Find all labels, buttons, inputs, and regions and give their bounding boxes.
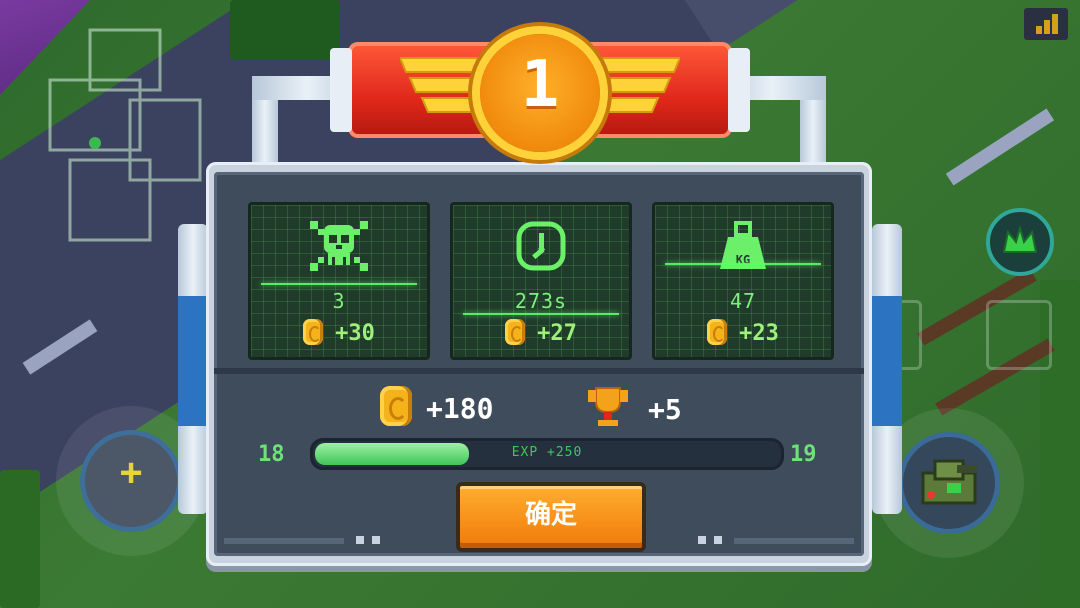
total-trophies-amount: +5 bbox=[648, 393, 682, 426]
confirm-button[interactable]: 确定 bbox=[456, 482, 646, 552]
tree bbox=[230, 0, 340, 60]
time-stat-panel: 273s +27 bbox=[450, 202, 632, 360]
crown-icon bbox=[1002, 226, 1038, 253]
banner-cap bbox=[728, 48, 750, 132]
item-slot[interactable] bbox=[986, 300, 1052, 370]
current-level: 18 bbox=[258, 442, 285, 467]
frame-pipe-band bbox=[872, 296, 902, 426]
left-wing-icon bbox=[400, 57, 482, 113]
results-panel: 3 +30 273s +27 KG 47 +23 +180 +5 18 EXP … bbox=[214, 172, 864, 556]
coin-icon bbox=[505, 319, 526, 345]
weight-reward-amount: +23 bbox=[739, 321, 779, 346]
total-coins: +180 bbox=[380, 386, 493, 426]
signal-strength-icon bbox=[1024, 8, 1068, 40]
kills-stat-panel: 3 +30 bbox=[248, 202, 430, 360]
rank-banner: 1 bbox=[330, 34, 750, 152]
right-wing-icon bbox=[598, 57, 680, 113]
total-coins-amount: +180 bbox=[426, 392, 494, 425]
footer-decoration bbox=[714, 536, 722, 544]
time-reward: +27 bbox=[453, 319, 629, 346]
tank-icon bbox=[921, 459, 977, 505]
fire-button[interactable] bbox=[898, 432, 1000, 534]
exp-progress-bar: EXP +250 bbox=[310, 438, 784, 470]
total-trophies: +5 bbox=[588, 386, 682, 428]
next-level: 19 bbox=[790, 442, 817, 467]
weight-reward: +23 bbox=[655, 319, 831, 346]
rank-number: 1 bbox=[520, 48, 560, 122]
tree bbox=[0, 470, 40, 608]
divider bbox=[214, 368, 864, 374]
trophy-icon bbox=[588, 387, 628, 426]
scan-line bbox=[665, 263, 821, 265]
kills-reward-amount: +30 bbox=[335, 321, 375, 346]
rank-medal: 1 bbox=[480, 34, 600, 152]
coin-icon bbox=[380, 386, 412, 426]
time-value: 273s bbox=[514, 289, 568, 313]
coin-icon bbox=[707, 319, 728, 345]
kills-reward: +30 bbox=[251, 319, 427, 346]
weight-stat-panel: KG 47 +23 bbox=[652, 202, 834, 360]
banner-cap bbox=[330, 48, 352, 132]
footer-decoration bbox=[356, 536, 364, 544]
kills-value: 3 bbox=[332, 289, 346, 313]
skull-icon bbox=[310, 221, 368, 271]
clock-icon bbox=[516, 221, 566, 271]
stat-icon-container bbox=[251, 219, 427, 277]
scan-line bbox=[261, 283, 417, 285]
footer-decoration bbox=[698, 536, 706, 544]
time-reward-amount: +27 bbox=[537, 321, 577, 346]
results-dialog: 3 +30 273s +27 KG 47 +23 +180 +5 18 EXP … bbox=[206, 162, 872, 566]
minimap[interactable] bbox=[20, 10, 230, 260]
plus-icon: + bbox=[119, 451, 143, 495]
exp-label: EXP +250 bbox=[511, 445, 583, 460]
stat-icon-container bbox=[655, 219, 831, 277]
scan-line bbox=[463, 313, 619, 315]
weight-value: 47 bbox=[729, 289, 757, 313]
skill-button[interactable] bbox=[986, 208, 1054, 276]
movement-joystick[interactable]: + bbox=[80, 430, 182, 532]
footer-decoration bbox=[372, 536, 380, 544]
footer-decoration bbox=[224, 538, 344, 544]
coin-icon bbox=[303, 319, 324, 345]
footer-decoration bbox=[734, 538, 854, 544]
frame-pipe-band bbox=[178, 296, 208, 426]
stat-icon-container bbox=[453, 219, 629, 277]
